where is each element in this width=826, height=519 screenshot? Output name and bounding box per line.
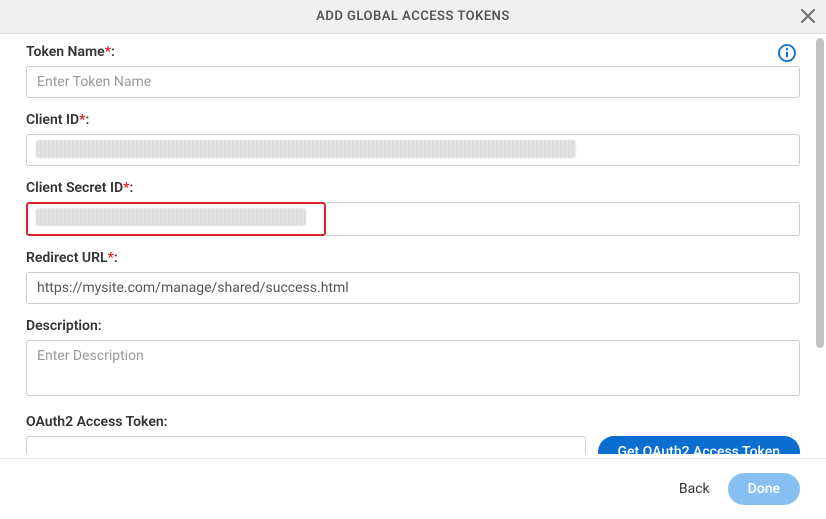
get-oauth-token-button[interactable]: Get OAuth2 Access Token <box>598 436 801 454</box>
close-icon[interactable] <box>800 7 816 27</box>
oauth-token-input[interactable] <box>26 436 586 454</box>
client-id-label: Client ID*: <box>26 112 800 128</box>
scrollbar-thumb[interactable] <box>816 38 824 348</box>
label-colon: : <box>85 112 89 128</box>
label-text: Redirect URL <box>26 250 108 266</box>
redirect-url-input[interactable] <box>26 272 800 304</box>
modal-footer: Back Done <box>0 458 826 519</box>
token-name-label: Token Name*: <box>26 44 800 60</box>
client-id-group: Client ID*: <box>26 112 800 166</box>
label-colon: : <box>114 250 118 266</box>
oauth-token-label: OAuth2 Access Token: <box>26 414 800 430</box>
label-text: Token Name <box>26 44 105 60</box>
description-input[interactable] <box>26 340 800 396</box>
client-secret-label: Client Secret ID*: <box>26 180 800 196</box>
modal-body: Token Name*: Client ID*: Client Secret I… <box>0 34 826 454</box>
redacted-content <box>36 208 306 226</box>
redirect-url-group: Redirect URL*: <box>26 250 800 304</box>
modal-title: ADD GLOBAL ACCESS TOKENS <box>316 9 510 24</box>
oauth-token-group: OAuth2 Access Token: Get OAuth2 Access T… <box>26 414 800 454</box>
redirect-url-label: Redirect URL*: <box>26 250 800 266</box>
client-secret-group: Client Secret ID*: <box>26 180 800 236</box>
token-name-input[interactable] <box>26 66 800 98</box>
redacted-content <box>36 140 576 158</box>
description-group: Description: <box>26 318 800 400</box>
token-name-group: Token Name*: <box>26 44 800 98</box>
info-icon[interactable] <box>778 44 796 66</box>
modal-header: ADD GLOBAL ACCESS TOKENS <box>0 0 826 34</box>
label-text: Client Secret ID <box>26 180 123 196</box>
done-button[interactable]: Done <box>728 473 800 505</box>
oauth-token-row: Get OAuth2 Access Token <box>26 436 800 454</box>
description-label: Description: <box>26 318 800 334</box>
back-button[interactable]: Back <box>679 481 710 497</box>
label-text: Client ID <box>26 112 79 128</box>
client-secret-input-rest[interactable] <box>326 202 800 236</box>
label-colon: : <box>129 180 133 196</box>
label-colon: : <box>111 44 115 60</box>
scrollbar-track[interactable] <box>816 38 824 388</box>
